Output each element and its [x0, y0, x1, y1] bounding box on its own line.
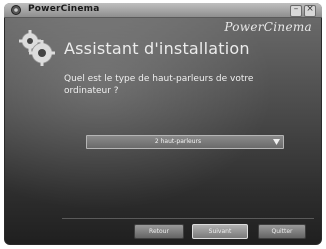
speaker-question: Quel est le type de haut-parleurs de vot… — [64, 74, 254, 96]
back-button[interactable]: Retour — [134, 224, 184, 239]
app-icon — [11, 5, 21, 15]
close-button[interactable]: × — [304, 4, 316, 17]
close-icon: × — [306, 4, 314, 14]
title-bar[interactable]: PowerCinema – × — [4, 3, 322, 18]
next-button[interactable]: Suivant — [192, 224, 248, 239]
quit-button[interactable]: Quitter — [258, 224, 306, 239]
chevron-down-icon[interactable] — [273, 139, 280, 145]
minimize-button[interactable]: – — [290, 4, 302, 17]
footer-divider — [62, 218, 314, 219]
speaker-select-value: 2 haut-parleurs — [154, 138, 202, 145]
speaker-type-select[interactable]: 2 haut-parleurs — [86, 135, 284, 149]
gear-icon — [19, 30, 55, 66]
installer-window: PowerCinema – × PowerCinema Assistant d'… — [4, 3, 322, 245]
wizard-heading: Assistant d'installation — [64, 39, 250, 58]
brand-logo: PowerCinema — [224, 20, 312, 34]
minimize-icon: – — [293, 4, 299, 14]
window-title: PowerCinema — [28, 4, 100, 14]
